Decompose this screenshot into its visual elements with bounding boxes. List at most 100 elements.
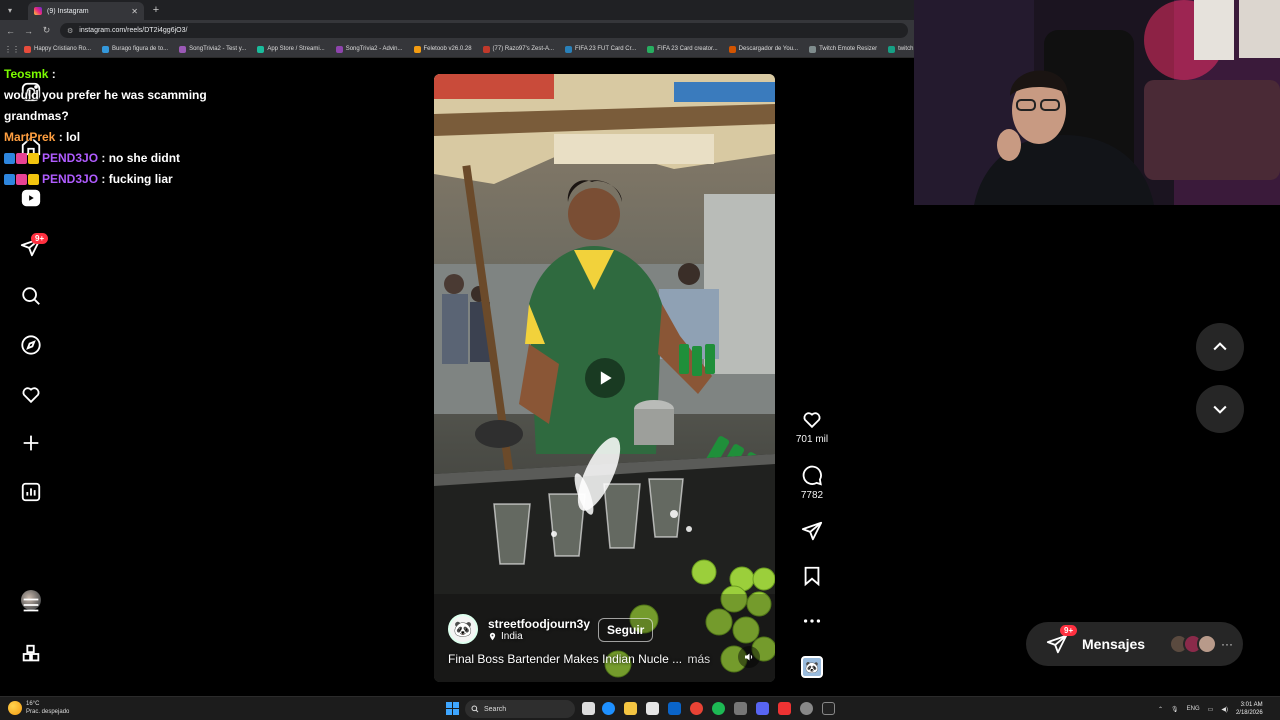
- chat-message: Teosmk : would you prefer he was scammin…: [4, 64, 244, 127]
- tab-close-icon[interactable]: ✕: [131, 7, 138, 16]
- url-text: instagram.com/reels/DT2i4gg6jO3/: [79, 27, 188, 34]
- play-button[interactable]: [585, 358, 625, 398]
- messages-button[interactable]: 9+ Mensajes ···: [1026, 622, 1243, 666]
- follow-button[interactable]: Seguir: [598, 618, 654, 642]
- speaker-icon: [745, 653, 753, 661]
- bookmark-item[interactable]: Descargador de You...: [728, 45, 798, 53]
- reel-location[interactable]: India: [488, 631, 590, 642]
- chat-message: PEND3JO : fucking liar: [4, 169, 244, 190]
- webcam-frame: [914, 0, 1280, 205]
- chat-badge-icon: [4, 153, 15, 164]
- apps-grid-icon[interactable]: ⋮⋮: [4, 45, 20, 54]
- chat-separator: :: [55, 130, 67, 144]
- messages-count-badge: 9+: [1060, 625, 1078, 636]
- clock-date: 2/18/2026: [1235, 710, 1263, 716]
- caption-more-link[interactable]: más: [687, 652, 710, 666]
- bookmark-item[interactable]: Happy Cristiano Ro...: [24, 45, 92, 53]
- task-view-icon[interactable]: [582, 702, 595, 715]
- author-username[interactable]: streetfoodjourn3y: [488, 617, 590, 631]
- taskbar-search[interactable]: Search: [465, 700, 575, 718]
- file-explorer-icon[interactable]: [624, 702, 637, 715]
- settings-icon[interactable]: [734, 702, 747, 715]
- bookmark-item[interactable]: Burago figura de to...: [102, 45, 168, 53]
- bookmark-item[interactable]: twitch emote re...: [888, 45, 914, 53]
- chat-badges: [4, 169, 39, 190]
- tray-overflow-icon[interactable]: ⌃: [1158, 706, 1163, 713]
- reload-icon[interactable]: ↻: [42, 25, 51, 36]
- chevron-down-icon: [1213, 405, 1227, 414]
- start-button[interactable]: [446, 702, 459, 715]
- more-apps-icon[interactable]: [19, 642, 43, 666]
- previous-reel-button[interactable]: [1196, 323, 1244, 371]
- tab-search-icon[interactable]: ▾: [0, 0, 20, 20]
- bookmark-item[interactable]: FIFA 23 Card creator...: [647, 45, 718, 53]
- bookmark-item[interactable]: App Store / Streami...: [257, 45, 325, 53]
- notifications-icon[interactable]: [19, 382, 43, 406]
- bookmark-item[interactable]: SongTrivia2 - Test y...: [179, 45, 247, 53]
- clock[interactable]: 3:01 AM 2/18/2026: [1236, 701, 1263, 717]
- chat-badges: [4, 148, 39, 169]
- url-input[interactable]: ⚙ instagram.com/reels/DT2i4gg6jO3/: [60, 23, 908, 38]
- more-options-action[interactable]: [790, 610, 834, 632]
- browser-tabstrip: ▾ (9) Instagram ✕ +: [0, 0, 914, 20]
- chat-username: Teosmk: [4, 67, 49, 81]
- discord-icon[interactable]: [756, 702, 769, 715]
- capcut-icon[interactable]: [822, 702, 835, 715]
- reel-caption[interactable]: Final Boss Bartender Makes Indian Nucle …: [448, 652, 710, 666]
- tab-title: (9) Instagram: [47, 7, 89, 15]
- comment-action[interactable]: 7782: [790, 464, 834, 501]
- chat-text: fucking liar: [108, 172, 173, 186]
- chat-message: PEND3JO : no she didnt: [4, 148, 244, 169]
- dashboard-icon[interactable]: [19, 480, 43, 504]
- bookmark-item[interactable]: Feletoob v26.0.28: [413, 45, 472, 53]
- reel-video[interactable]: 🐼 streetfoodjourn3y India Seguir Final B…: [434, 74, 775, 682]
- microphone-icon[interactable]: 🎙: [1171, 706, 1179, 713]
- mute-button[interactable]: [738, 646, 760, 668]
- create-icon[interactable]: [19, 431, 43, 455]
- edge-icon[interactable]: [602, 702, 615, 715]
- store-icon[interactable]: [646, 702, 659, 715]
- outlook-icon[interactable]: [668, 702, 681, 715]
- bookmark-label: FIFA 23 FUT Card Cr...: [575, 46, 637, 52]
- heart-icon: [803, 412, 821, 429]
- reel-author[interactable]: 🐼 streetfoodjourn3y India: [448, 614, 590, 644]
- recent-chat-avatars: ···: [1169, 634, 1233, 654]
- clock-time: 3:01 AM: [1240, 702, 1263, 708]
- save-action[interactable]: [790, 565, 834, 587]
- author-avatar[interactable]: 🐼: [448, 614, 478, 644]
- share-icon: [801, 521, 823, 541]
- forward-arrow-icon[interactable]: →: [24, 26, 33, 36]
- volume-icon[interactable]: ◀): [1221, 706, 1228, 713]
- new-tab-button[interactable]: +: [148, 4, 164, 16]
- more-dots-icon: ···: [1221, 637, 1233, 651]
- bookmark-label: Happy Cristiano Ro...: [34, 46, 92, 52]
- bookmark-item[interactable]: SongTrivia2 - Advin...: [335, 45, 403, 53]
- share-action[interactable]: [790, 520, 834, 542]
- language-indicator[interactable]: ENG: [1187, 706, 1200, 712]
- bookmark-item[interactable]: FIFA 23 FUT Card Cr...: [565, 45, 637, 53]
- network-icon[interactable]: ▭: [1208, 706, 1214, 713]
- search-icon[interactable]: [19, 284, 43, 308]
- chrome-icon[interactable]: [690, 702, 703, 715]
- original-audio-thumbnail[interactable]: 🐼: [801, 656, 823, 678]
- explore-icon[interactable]: [19, 333, 43, 357]
- bookmark-item[interactable]: Twitch Emote Resizer: [809, 45, 877, 53]
- chat-username: MartPrek: [4, 130, 56, 144]
- chat-separator: :: [48, 67, 60, 81]
- like-action[interactable]: 701 mil: [790, 408, 834, 445]
- media-app-icon[interactable]: [778, 702, 791, 715]
- browser-tab-instagram[interactable]: (9) Instagram ✕: [28, 2, 144, 20]
- bookmark-favicon-icon: [413, 45, 421, 53]
- weather-widget[interactable]: 16°C Prac. despejado: [8, 700, 69, 716]
- bookmark-item[interactable]: (77) Razo97's Zest-A...: [482, 45, 554, 53]
- bookmark-label: SongTrivia2 - Test y...: [189, 46, 247, 52]
- menu-icon[interactable]: [19, 593, 43, 617]
- spotify-icon[interactable]: [712, 702, 725, 715]
- chevron-up-icon: [1213, 342, 1227, 351]
- obs-icon[interactable]: [800, 702, 813, 715]
- site-info-icon[interactable]: ⚙: [67, 27, 73, 35]
- next-reel-button[interactable]: [1196, 385, 1244, 433]
- chat-message: MartPrek : lol: [4, 127, 244, 148]
- chat-text: no she didnt: [108, 151, 181, 165]
- back-arrow-icon[interactable]: ←: [6, 26, 15, 36]
